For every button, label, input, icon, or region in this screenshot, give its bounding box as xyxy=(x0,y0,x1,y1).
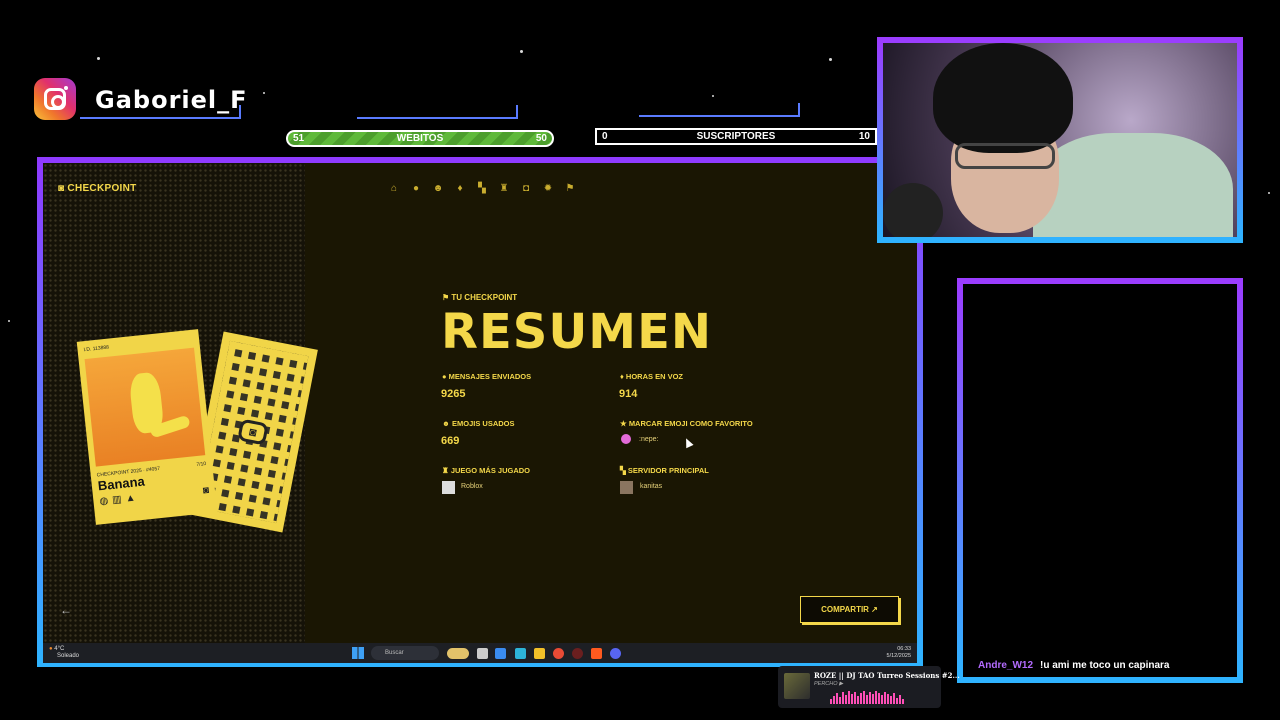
stat-value-game: Roblox xyxy=(461,483,483,490)
webcam-frame xyxy=(877,37,1243,243)
server-thumb xyxy=(620,481,633,494)
audio-visualizer xyxy=(830,690,904,704)
globe-icon: ◍ xyxy=(98,495,109,508)
home-icon[interactable]: ⌂ xyxy=(388,183,400,195)
star xyxy=(712,95,714,97)
taskbar-app-icon[interactable] xyxy=(553,648,564,659)
chat-username: Andre_W12 xyxy=(978,660,1034,671)
share-button[interactable]: COMPARTIR ↗ xyxy=(800,596,899,623)
stat-label-game: ♜ JUEGO MÁS JUGADO xyxy=(442,466,530,475)
instagram-icon xyxy=(34,78,76,120)
goal-label: SUSCRIPTORES xyxy=(696,131,776,142)
settings-icon[interactable]: ✹ xyxy=(542,183,554,195)
star xyxy=(1268,192,1270,194)
discord-icon: ◙ xyxy=(202,484,210,497)
stat-label-fav-emoji: ★ MARCAR EMOJI COMO FAVORITO xyxy=(620,419,753,428)
taskbar-app-icon[interactable] xyxy=(572,648,583,659)
goal-label: WEBITOS xyxy=(396,133,444,144)
goal-bar-subs: 0 SUSCRIPTORES 10 xyxy=(595,128,877,145)
chat-message: !u ami me toco un capinara xyxy=(1040,660,1170,671)
taskbar-app-icon[interactable] xyxy=(447,648,469,659)
flag-icon: ⚑ xyxy=(442,293,452,302)
webcam-person xyxy=(1033,133,1233,237)
now-playing-widget: ROZE || DJ TAO Turreo Sessions #2... PER… xyxy=(778,666,960,708)
emoji-icon[interactable]: ☻ xyxy=(432,183,444,195)
webcam-person xyxy=(933,43,1073,153)
goal-bar-webitos: 51 WEBITOS 50 xyxy=(286,130,554,147)
stat-label-emojis: ☻ EMOJIS USADOS xyxy=(442,419,515,428)
star xyxy=(829,58,832,61)
flag-icon[interactable]: ⚑ xyxy=(564,183,576,195)
goal-target: 50 xyxy=(535,133,547,144)
chat-frame xyxy=(957,278,1243,683)
weather-widget[interactable]: ● 4°C Soleado xyxy=(49,646,79,660)
card-art xyxy=(84,347,206,467)
taskbar-app-icon[interactable] xyxy=(610,648,621,659)
track-title: ROZE || DJ TAO Turreo Sessions #2... xyxy=(814,671,960,680)
deco-line xyxy=(357,105,518,119)
stat-label-messages: ● MENSAJES ENVIADOS xyxy=(442,372,532,381)
emoji-thumb xyxy=(621,434,631,444)
game-thumb xyxy=(442,481,455,494)
track-artist: PERCHO ▶ xyxy=(814,681,844,687)
card-rating: 7/10 xyxy=(196,461,207,469)
windows-start-icon[interactable] xyxy=(352,647,364,659)
album-art xyxy=(784,673,810,699)
nav-bar: ⌂ ● ☻ ♦ ▚ ♜ ◘ ✹ ⚑ xyxy=(388,183,576,195)
taskbar-app-icon[interactable] xyxy=(477,648,488,659)
back-arrow-icon[interactable]: ← xyxy=(60,603,72,617)
brand-logo[interactable]: ◙ CHECKPOINT xyxy=(58,183,137,194)
taskbar-app-icon[interactable] xyxy=(495,648,506,659)
game-icon[interactable]: ♜ xyxy=(498,183,510,195)
taskbar-clock[interactable]: 06:33 5/12/2025 xyxy=(887,646,911,660)
banana-card[interactable]: I.D. 113888 CHECKPOINT 2025 · #4057 7/10… xyxy=(76,329,218,525)
star xyxy=(8,320,10,322)
controller-icon[interactable]: ◘ xyxy=(520,183,532,195)
stat-value-messages: 9265 xyxy=(441,388,466,400)
goal-target: 10 xyxy=(858,131,870,142)
taskbar-app-icon[interactable] xyxy=(591,648,602,659)
stat-value-voice: 914 xyxy=(619,388,638,400)
taskbar-app-icon[interactable] xyxy=(515,648,526,659)
stat-value-fav-emoji: :nepe: xyxy=(639,436,659,443)
stat-value-emojis: 669 xyxy=(441,435,460,447)
taskbar-search[interactable]: Buscar xyxy=(371,646,439,660)
taskbar-app-icon[interactable] xyxy=(534,648,545,659)
webcam-person xyxy=(955,143,1055,169)
page-title: RESUMEN xyxy=(441,304,713,360)
deco-line xyxy=(80,105,241,119)
windows-taskbar: ● 4°C Soleado Buscar 06:33 5/12/2025 xyxy=(43,643,917,663)
stat-label-server: ▚ SERVIDOR PRINCIPAL xyxy=(620,466,709,475)
banana-icon: ▲ xyxy=(125,492,137,505)
barcode-icon: ▥ xyxy=(111,494,123,507)
star xyxy=(97,57,100,60)
stat-value-server: kanitas xyxy=(640,483,663,490)
stat-label-voice: ♦ HORAS EN VOZ xyxy=(620,372,684,381)
discord-icon: ◙ xyxy=(58,183,68,194)
mic-icon[interactable]: ♦ xyxy=(454,183,466,195)
chat-icon[interactable]: ● xyxy=(410,183,422,195)
server-icon[interactable]: ▚ xyxy=(476,183,488,195)
microphone xyxy=(883,183,943,237)
star xyxy=(520,50,523,53)
deco-line xyxy=(639,103,800,117)
checkpoint-app: ◙ CHECKPOINT ⌂ ● ☻ ♦ ▚ ♜ ◘ ✹ ⚑ ◀ ◙ I.D. … xyxy=(43,163,917,643)
star xyxy=(263,92,265,94)
eyebrow: ⚑ TU CHECKPOINT xyxy=(442,293,518,302)
